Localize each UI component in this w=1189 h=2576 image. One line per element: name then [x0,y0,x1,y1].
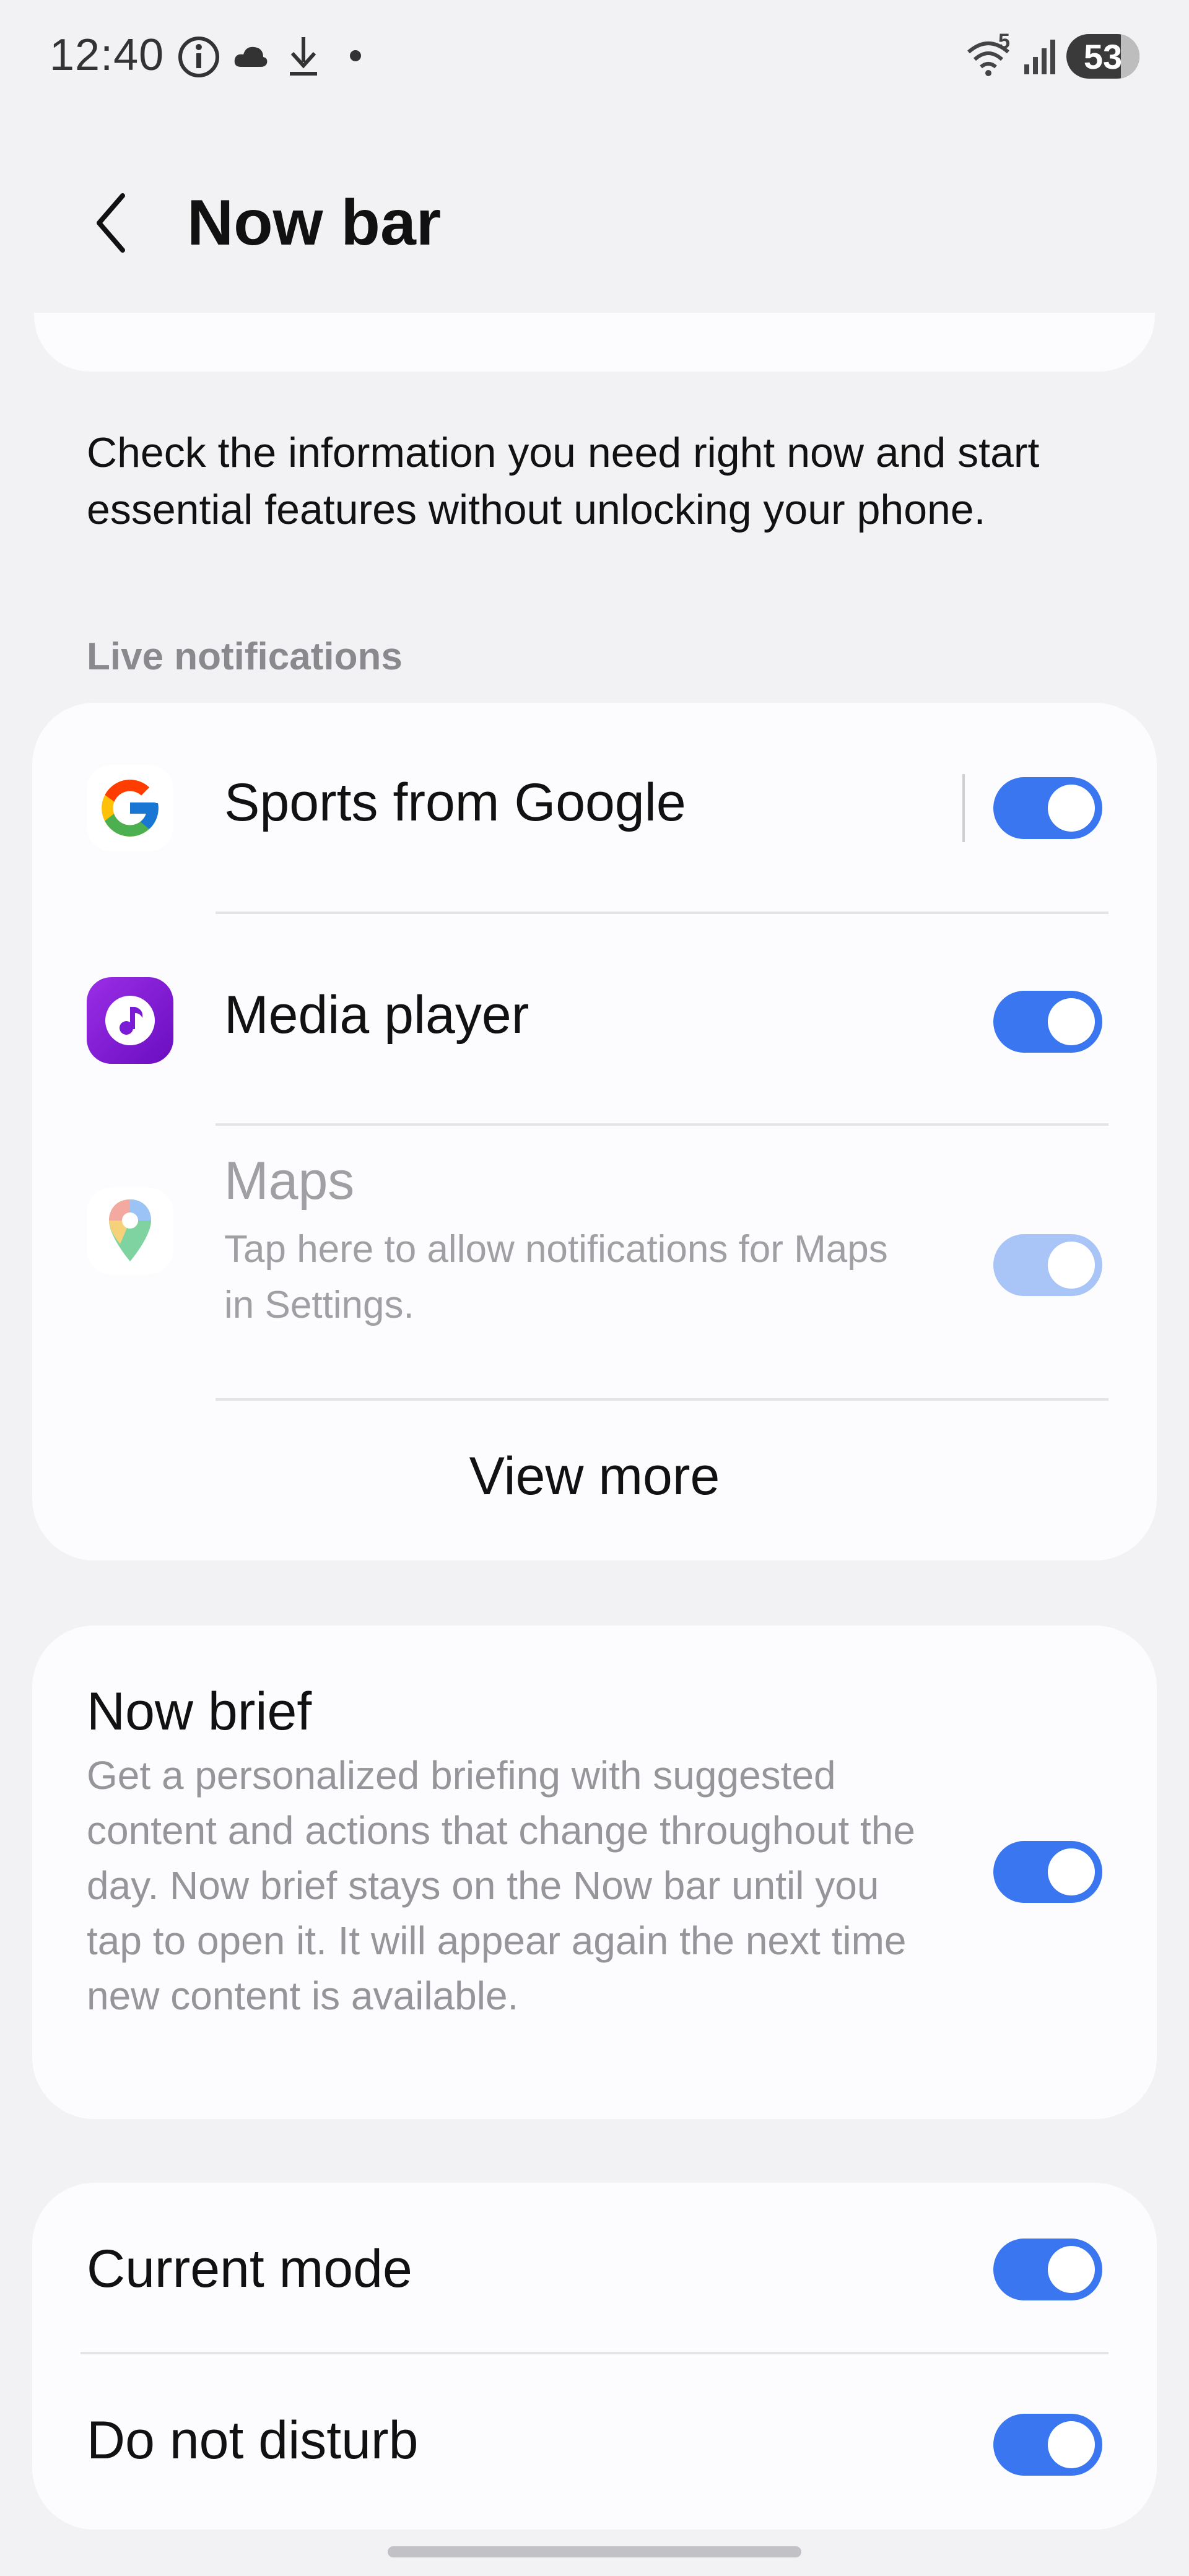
previous-card-bottom [34,313,1155,372]
signal-icon [1024,40,1055,74]
media-player-icon [87,977,173,1064]
page-title: Now bar [187,187,442,259]
chevron-left-icon [97,193,125,253]
toggle-sports-from-google[interactable] [993,777,1102,839]
item-title: Current mode [87,2239,412,2299]
item-subtitle: Tap here to allow notifications for Maps… [224,1228,888,1326]
list-item-do-not-disturb[interactable]: Do not disturb [32,2354,1157,2530]
row-separator [962,774,965,842]
back-button[interactable] [81,186,142,260]
list-item-current-mode[interactable]: Current mode [32,2183,1157,2353]
item-title: Do not disturb [87,2411,419,2470]
google-icon [87,765,173,851]
toggle-current-mode[interactable] [993,2239,1102,2300]
network-badge: 5 [998,30,1010,53]
download-icon [290,37,317,76]
list-item-maps[interactable]: Maps Tap here to allow notifications for… [32,1126,1157,1398]
now-brief-description: Get a personalized briefing with suggest… [87,1753,915,2018]
live-notifications-card: Sports from Google Media player Maps Tap… [32,703,1157,1560]
dot-icon [350,50,361,61]
list-item-sports-from-google[interactable]: Sports from Google [32,703,1157,913]
toggle-media-player[interactable] [993,991,1102,1053]
divider [216,1398,1108,1401]
toggle-do-not-disturb[interactable] [993,2414,1102,2476]
now-brief-title: Now brief [87,1682,312,1741]
view-more-button[interactable]: View more [32,1446,1157,1507]
info-icon [178,37,219,77]
battery-level: 53 [1083,37,1123,76]
list-item-media-player[interactable]: Media player [32,914,1157,1125]
item-title: Media player [224,985,529,1045]
section-label-live-notifications: Live notifications [87,635,403,678]
item-title: Sports from Google [224,773,686,832]
battery-icon: 53 [1066,34,1139,79]
status-bar: 12:40 5 53 [0,0,1189,111]
modes-card: Current mode Do not disturb [32,2183,1157,2530]
cloud-icon [234,46,268,67]
maps-icon [87,1188,173,1274]
intro-description: Check the information you need right now… [87,429,1040,533]
app-header: Now bar [0,161,1189,285]
toggle-maps[interactable] [993,1234,1102,1296]
now-brief-card[interactable]: Now brief Get a personalized briefing wi… [32,1625,1157,2119]
status-time: 12:40 [50,30,165,80]
item-title: Maps [224,1151,355,1211]
toggle-now-brief[interactable] [993,1841,1102,1903]
gesture-nav-handle[interactable] [388,2546,801,2557]
